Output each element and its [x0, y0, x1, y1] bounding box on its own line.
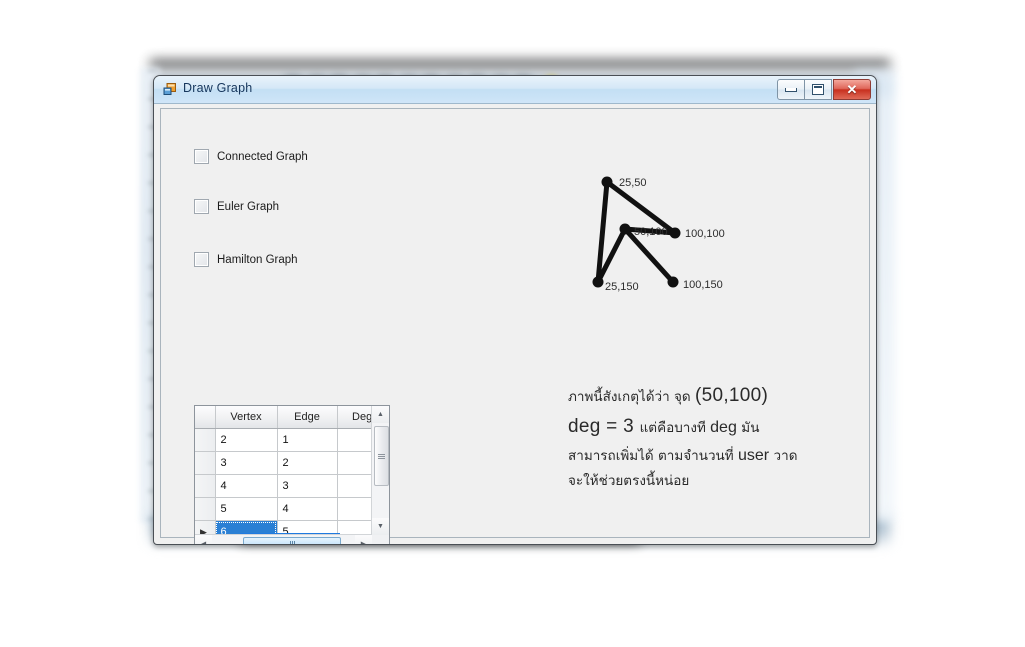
graph-node[interactable]: [669, 227, 681, 239]
table-row[interactable]: 32: [195, 451, 372, 475]
close-button[interactable]: ✕: [833, 79, 871, 100]
note-line-4: จะให้ช่วยตรงนี้หน่อย: [568, 468, 858, 494]
checkbox-label: Hamilton Graph: [217, 253, 298, 266]
window-title: Draw Graph: [183, 81, 253, 95]
node-label-25-50: 25,50: [619, 177, 647, 189]
grid-horizontal-scrollbar[interactable]: ◀ ▶: [195, 534, 372, 544]
scroll-grip-icon: [289, 541, 295, 544]
graph-svg: [592, 176, 681, 288]
checkbox-label: Connected Graph: [217, 150, 308, 163]
note-line-3-tail: วาด: [773, 447, 798, 464]
close-icon: ✕: [846, 82, 858, 97]
grid-cell-vertex[interactable]: 3: [215, 451, 278, 475]
node-label-100-150: 100,150: [683, 279, 723, 291]
checkbox-hamilton-graph[interactable]: Hamilton Graph: [194, 252, 298, 267]
scroll-grip-icon: [378, 453, 385, 459]
graph-node[interactable]: [601, 176, 613, 188]
grid-header-edge[interactable]: Edge: [277, 406, 338, 429]
maximize-button[interactable]: [805, 79, 832, 100]
row-selector-cell[interactable]: ▶: [195, 520, 216, 535]
checkbox-connected-graph[interactable]: Connected Graph: [194, 149, 308, 164]
draw-graph-window: Draw Graph ✕ Connected Graph Euler Graph…: [153, 75, 877, 545]
grid-header-selector: [195, 406, 216, 429]
grid-header-vertex[interactable]: Vertex: [215, 406, 278, 429]
minimize-icon: [785, 87, 797, 92]
grid-cell-edge[interactable]: 3: [277, 474, 338, 498]
grid-cell-edge[interactable]: 2: [277, 451, 338, 475]
checkbox-box-icon[interactable]: [194, 252, 209, 267]
note-line-1-text: ภาพนี้สังเกตุได้ว่า จุด: [568, 389, 695, 405]
node-label-50-100: 50,100: [634, 226, 668, 238]
note-line-2-deg: deg = 3: [568, 415, 640, 437]
annotation-note: ภาพนี้สังเกตุได้ว่า จุด (50,100) deg = 3…: [568, 381, 858, 494]
graph-node[interactable]: [667, 276, 679, 288]
row-selector-cell[interactable]: [195, 428, 216, 452]
node-label-100-100: 100,100: [685, 228, 725, 240]
grid-cell-edge[interactable]: 4: [277, 497, 338, 521]
note-line-4-text: จะให้ช่วยตรงนี้หน่อย: [568, 473, 690, 490]
window-titlebar[interactable]: Draw Graph ✕: [154, 76, 876, 104]
grid-body: 2 1 3 2 4 3 5 4 ▶ 6 5: [195, 428, 372, 535]
checkbox-euler-graph[interactable]: Euler Graph: [194, 199, 279, 214]
graph-drawing-area[interactable]: 25,50 50,100 100,100 25,150 100,150: [531, 169, 781, 349]
note-line-3-text: สามารถเพิ่มได้ ตามจำนวนที่: [568, 447, 738, 464]
checkbox-box-icon[interactable]: [194, 149, 209, 164]
grid-header-degree[interactable]: Degre: [337, 406, 372, 429]
note-line-3: สามารถเพิ่มได้ ตามจำนวนที่ user วาด: [568, 443, 858, 469]
scroll-down-icon[interactable]: ▼: [372, 518, 389, 535]
checkbox-label: Euler Graph: [217, 200, 280, 213]
grid-cell-edge[interactable]: 1: [277, 428, 338, 452]
grid-cell-degree[interactable]: [337, 497, 372, 521]
backdrop-menubar: [150, 60, 890, 68]
grid-cell-degree[interactable]: [337, 428, 372, 452]
row-selector-cell[interactable]: [195, 474, 216, 498]
row-selector-cell[interactable]: [195, 451, 216, 475]
grid-vertical-scrollbar[interactable]: ▲ ▼: [371, 406, 389, 535]
note-line-2-tail: มัน: [741, 419, 760, 436]
grid-cell-vertex[interactable]: 5: [215, 497, 278, 521]
grid-scroll-corner: [372, 535, 389, 544]
row-selector-cell[interactable]: [195, 497, 216, 521]
grid-table: Vertex Edge Degre 21324354▶65: [195, 406, 372, 535]
grid-cell-degree[interactable]: [337, 451, 372, 475]
graph-node[interactable]: [592, 276, 604, 288]
grid-cell-vertex[interactable]: 2: [215, 428, 278, 452]
grid-cell-degree[interactable]: [337, 474, 372, 498]
vertical-scroll-thumb[interactable]: [374, 426, 389, 486]
table-row[interactable]: 21: [195, 428, 372, 452]
grid-cell-degree[interactable]: [337, 520, 372, 535]
graph-node[interactable]: [619, 223, 631, 235]
grid-header-row: Vertex Edge Degre: [195, 406, 372, 429]
table-row[interactable]: 43: [195, 474, 372, 498]
vertex-edge-degree-grid[interactable]: Vertex Edge Degre 21324354▶65 ▲ ▼ ◀ ▶: [194, 405, 390, 544]
scroll-right-icon[interactable]: ▶: [355, 535, 372, 544]
node-label-25-150: 25,150: [605, 281, 639, 293]
note-line-1: ภาพนี้สังเกตุได้ว่า จุด (50,100): [568, 381, 858, 412]
window-controls: ✕: [777, 79, 871, 100]
horizontal-scroll-thumb[interactable]: [243, 537, 341, 544]
note-line-3-user: user: [737, 446, 774, 464]
form-icon: [163, 82, 177, 96]
checkbox-box-icon[interactable]: [194, 199, 209, 214]
window-client-area: Connected Graph Euler Graph Hamilton Gra…: [160, 108, 870, 544]
table-row[interactable]: 54: [195, 497, 372, 521]
note-line-2-text: แต่คือบางที: [639, 419, 711, 436]
minimize-button[interactable]: [777, 79, 805, 100]
scroll-left-icon[interactable]: ◀: [195, 535, 212, 544]
grid-cell-vertex[interactable]: 4: [215, 474, 278, 498]
note-line-1-coord: (50,100): [694, 385, 769, 406]
note-line-2: deg = 3 แต่คือบางที deg มัน: [568, 412, 858, 443]
note-line-2-deg2: deg: [710, 418, 742, 436]
scroll-up-icon[interactable]: ▲: [372, 406, 389, 423]
grid-viewport: Vertex Edge Degre 21324354▶65: [195, 406, 372, 535]
maximize-icon: [812, 84, 824, 95]
